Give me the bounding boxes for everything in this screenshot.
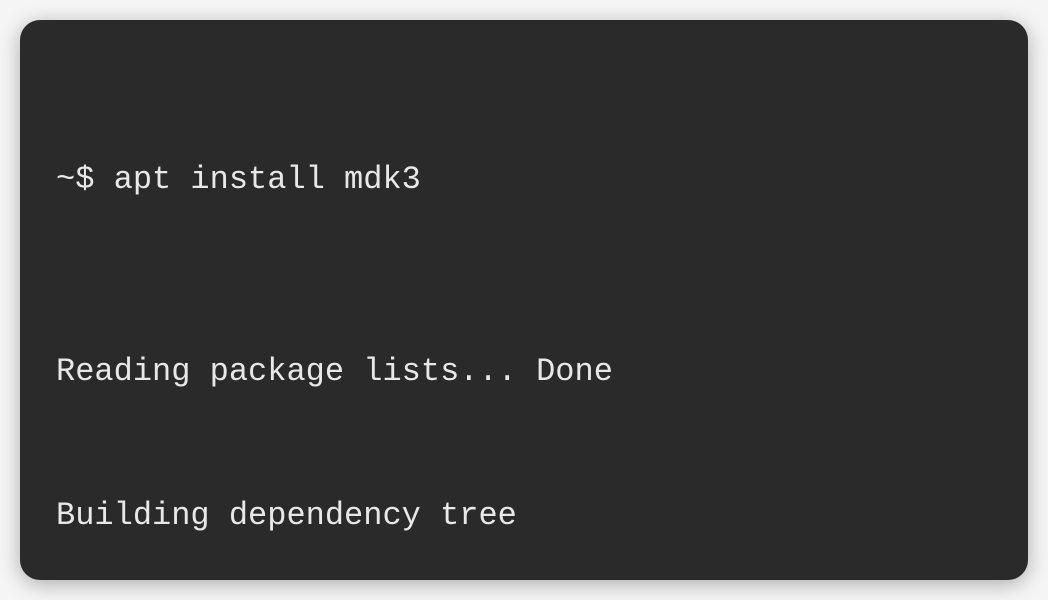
command-prompt-line: ~$ apt install mdk3 <box>56 156 992 204</box>
output-line: Building dependency tree <box>56 492 992 540</box>
prompt-symbol: ~$ <box>56 161 114 198</box>
command-text: apt install mdk3 <box>114 161 421 198</box>
terminal-window[interactable]: ~$ apt install mdk3 Reading package list… <box>20 20 1028 580</box>
output-line: Reading package lists... Done <box>56 348 992 396</box>
